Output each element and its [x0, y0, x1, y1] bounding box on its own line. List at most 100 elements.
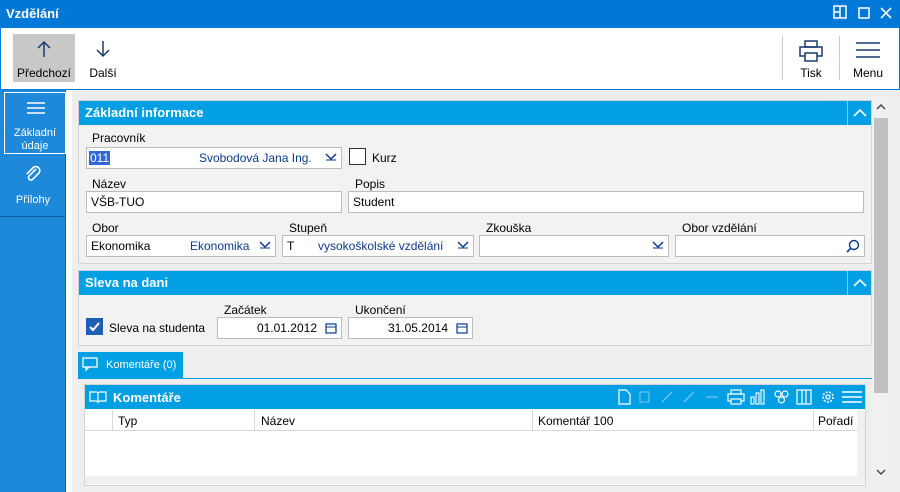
dropdown-icon[interactable]	[652, 240, 664, 250]
stupen-code: T	[287, 239, 295, 253]
student-discount-label: Sleva na studenta	[109, 321, 206, 335]
zkouska-label: Zkouška	[486, 221, 532, 235]
scrollbar-thumb[interactable]	[874, 118, 888, 393]
column-nazev[interactable]: Název	[261, 414, 295, 428]
ukonceni-field[interactable]: 31.05.2014	[348, 317, 473, 339]
nav-item-basic[interactable]: Základní údaje	[4, 92, 66, 154]
tab-comments-label: Komentáře (0)	[106, 359, 177, 371]
nazev-field[interactable]: VŠB-TUO	[86, 191, 342, 213]
column-poradi[interactable]: Pořadí	[818, 414, 853, 428]
print-button[interactable]: Tisk	[787, 34, 835, 82]
stupen-field[interactable]: T vysokoškolské vzdělání	[282, 235, 474, 257]
nazev-label: Název	[92, 177, 127, 191]
toolbar: Předchozí Další Tisk Menu	[0, 28, 900, 90]
menu-button[interactable]: Menu	[843, 34, 893, 82]
column-typ[interactable]: Typ	[118, 414, 137, 428]
paperclip-icon	[26, 165, 41, 181]
obor-code: Ekonomika	[91, 239, 151, 253]
scroll-down-icon[interactable]	[875, 468, 887, 476]
filter-icon[interactable]	[773, 389, 791, 405]
copy-icon	[639, 391, 650, 403]
list-icon	[27, 102, 45, 114]
tab-underline	[78, 378, 872, 379]
chevron-up-icon	[853, 278, 867, 287]
obor-field[interactable]: Ekonomika Ekonomika	[86, 235, 276, 257]
popis-field[interactable]: Student	[348, 191, 864, 213]
obor-label: Obor	[92, 221, 119, 235]
kurz-label: Kurz	[372, 151, 397, 165]
nav-item-basic-label-2: údaje	[21, 140, 49, 152]
obor-name: Ekonomika	[190, 239, 250, 253]
collapse-button[interactable]	[847, 271, 871, 295]
zacatek-label: Začátek	[224, 303, 267, 317]
kurz-checkbox[interactable]	[349, 148, 366, 165]
popis-label: Popis	[355, 177, 386, 191]
pencil-icon	[683, 391, 695, 403]
previous-button[interactable]: Předchozí	[13, 34, 75, 82]
arrow-down-icon	[96, 41, 110, 58]
menu-label: Menu	[852, 66, 884, 80]
pracovnik-field[interactable]: 011 Svobodová Jana Ing.	[86, 147, 342, 169]
previous-label: Předchozí	[16, 66, 72, 80]
book-icon	[89, 391, 107, 404]
column-separator	[532, 410, 533, 430]
columns-icon[interactable]	[795, 389, 813, 405]
stupen-label: Stupeň	[289, 221, 328, 235]
column-separator	[112, 410, 113, 430]
basic-info-title: Základní informace	[85, 105, 204, 120]
restore-icon[interactable]	[830, 4, 850, 24]
collapse-button[interactable]	[847, 101, 871, 125]
nav-item-attachments[interactable]: Přílohy	[0, 160, 66, 216]
column-komentar[interactable]: Komentář 100	[538, 414, 613, 428]
chart-icon[interactable]	[749, 389, 767, 405]
hamburger-icon	[856, 42, 880, 58]
title-bar: Vzdělání	[0, 0, 900, 28]
grid-hscrollbar[interactable]	[85, 476, 857, 484]
close-icon[interactable]	[876, 4, 896, 24]
column-separator	[813, 410, 814, 430]
comments-grid-title: Komentáře	[113, 390, 181, 405]
basic-info-header: Základní informace	[79, 101, 871, 125]
zacatek-field[interactable]: 01.01.2012	[217, 317, 342, 339]
hamburger-icon[interactable]	[841, 389, 863, 405]
dropdown-icon[interactable]	[457, 240, 469, 250]
dropdown-icon[interactable]	[259, 240, 271, 250]
tab-comments[interactable]: Komentáře (0)	[78, 352, 183, 378]
nav-item-attachments-label: Přílohy	[15, 194, 51, 206]
dropdown-icon[interactable]	[325, 152, 337, 162]
grid-scrollbar[interactable]	[857, 410, 865, 484]
print-label: Tisk	[800, 66, 822, 80]
toolbar-separator	[839, 36, 840, 80]
chevron-up-icon	[853, 108, 867, 117]
pracovnik-label: Pracovník	[92, 131, 146, 145]
printer-icon[interactable]	[727, 389, 745, 405]
ukonceni-label: Ukončení	[355, 303, 406, 317]
maximize-icon[interactable]	[854, 4, 874, 24]
search-icon[interactable]	[846, 239, 860, 253]
pracovnik-name: Svobodová Jana Ing.	[199, 151, 312, 165]
student-discount-checkbox[interactable]	[86, 318, 103, 335]
scroll-up-icon[interactable]	[875, 103, 887, 111]
next-label: Další	[89, 66, 117, 80]
next-button[interactable]: Další	[81, 34, 125, 82]
calendar-icon[interactable]	[456, 322, 468, 334]
comment-icon	[82, 357, 98, 371]
ukonceni-value: 31.05.2014	[387, 321, 448, 335]
arrow-up-icon	[37, 40, 51, 57]
obor-vzdelani-label: Obor vzdělání	[682, 221, 757, 235]
comments-column-header: Typ Název Komentář 100 Pořadí	[85, 410, 857, 431]
nav-divider	[0, 216, 66, 217]
window-title: Vzdělání	[6, 6, 59, 21]
printer-icon	[799, 40, 823, 62]
pracovnik-code: 011	[89, 151, 111, 165]
obor-vzdelani-field[interactable]	[675, 235, 865, 257]
nav-item-basic-label-1: Základní	[13, 127, 57, 139]
zkouska-field[interactable]	[479, 235, 669, 257]
calendar-icon[interactable]	[325, 322, 337, 334]
gear-icon[interactable]	[819, 389, 837, 405]
new-document-icon[interactable]	[615, 389, 633, 405]
zacatek-value: 01.01.2012	[256, 321, 317, 335]
tax-title: Sleva na dani	[85, 275, 169, 290]
comments-grid-header: Komentáře	[85, 385, 865, 409]
delete-icon	[706, 396, 718, 398]
